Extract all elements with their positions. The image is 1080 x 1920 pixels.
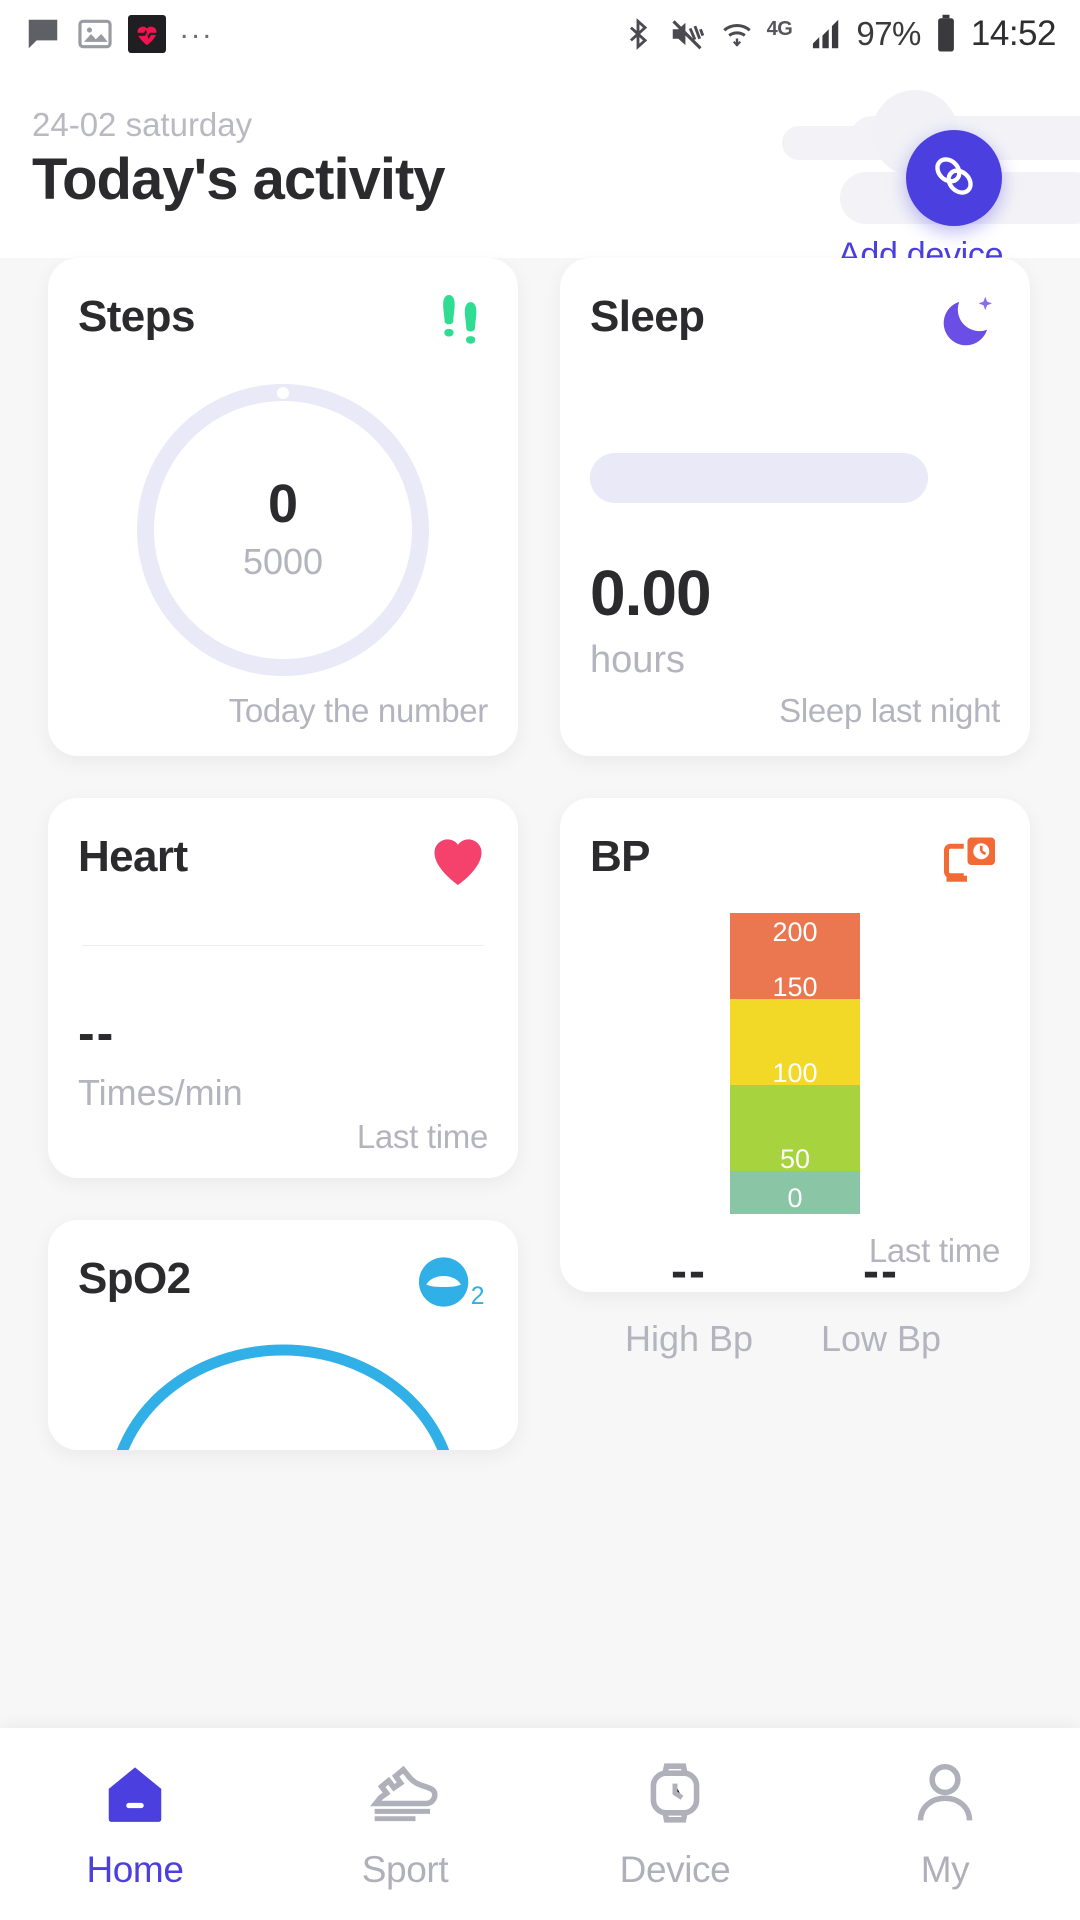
nav-item-device[interactable]: Device xyxy=(540,1758,810,1891)
bp-card[interactable]: BP 200 150 100 50 0 -- High Bp -- Low Bp… xyxy=(560,798,1030,1359)
steps-card-header: Steps xyxy=(78,292,488,357)
bp-segment: 50 xyxy=(730,1128,860,1174)
spo2-card-title: SpO2 xyxy=(78,1254,191,1303)
bp-high-block: -- High Bp xyxy=(614,1248,764,1360)
clock-label: 14:52 xyxy=(970,14,1057,53)
spo2-card-header: SpO2 2 xyxy=(78,1254,488,1315)
bp-segment: 150 xyxy=(730,956,860,1002)
steps-goal: 5000 xyxy=(242,541,324,582)
blood-pressure-monitor-icon xyxy=(940,832,1000,893)
steps-card-title: Steps xyxy=(78,292,195,341)
bp-card-header: BP xyxy=(590,832,1000,893)
message-icon xyxy=(24,15,62,53)
steps-value: 0 xyxy=(267,474,299,534)
heart-icon xyxy=(428,832,488,893)
page-header: 24-02 saturday Today's activity Add devi… xyxy=(0,68,1080,274)
footsteps-icon xyxy=(432,292,488,357)
bp-scale-chart: 200 150 100 50 0 xyxy=(730,913,860,1214)
sleep-value: 0.00 xyxy=(590,557,712,629)
heart-card-header: Heart xyxy=(78,832,488,893)
sleep-unit-label: hours xyxy=(590,639,686,681)
shoe-icon xyxy=(367,1758,443,1833)
steps-card[interactable]: Steps 0 5000 Today the number xyxy=(48,258,518,756)
nav-item-sport[interactable]: Sport xyxy=(270,1758,540,1891)
bp-high-label: High Bp xyxy=(624,1318,754,1359)
steps-progress-ring: 0 5000 xyxy=(78,375,488,685)
mute-vibrate-icon xyxy=(667,15,707,53)
sleep-card-title: Sleep xyxy=(590,292,705,341)
spo2-arc-graphic xyxy=(93,1340,473,1450)
status-bar-notifications: ... xyxy=(24,14,214,54)
battery-percent-label: 97% xyxy=(856,15,921,52)
photo-icon xyxy=(76,15,114,53)
signal-bars-icon xyxy=(804,15,844,53)
person-icon xyxy=(910,1758,980,1833)
bp-segment: 100 xyxy=(730,1042,860,1088)
heart-value: -- xyxy=(78,1005,116,1061)
link-chain-icon xyxy=(928,150,980,207)
watch-icon xyxy=(640,1758,710,1833)
health-app-icon xyxy=(128,15,166,53)
bp-card-title: BP xyxy=(590,832,651,881)
cards-grid: Steps 0 5000 Today the number Heart -- T… xyxy=(48,258,1032,1450)
steps-card-footer: Today the number xyxy=(228,692,489,729)
app-screen: ... 4G 97% 14:52 24-02 saturday Today's … xyxy=(0,0,1080,1920)
nav-label-device: Device xyxy=(619,1848,731,1890)
battery-icon xyxy=(933,13,959,55)
bp-segment: 0 xyxy=(730,1171,860,1214)
steps-ring-marker xyxy=(277,387,289,399)
cards-column-left: Steps 0 5000 Today the number Heart -- T… xyxy=(48,258,518,1450)
sleep-card-footer: Sleep last night xyxy=(779,692,1000,729)
header-date: 24-02 saturday xyxy=(32,106,253,143)
sleep-card-header: Sleep xyxy=(590,292,1000,355)
bp-low-label: Low Bp xyxy=(820,1318,942,1359)
more-dots-icon: ... xyxy=(180,12,215,45)
wifi-icon xyxy=(719,15,755,53)
bp-segment xyxy=(730,999,860,1042)
main-content: Steps 0 5000 Today the number Heart -- T… xyxy=(0,258,1080,1728)
moon-star-icon xyxy=(938,292,1000,355)
bp-tick-label: 200 xyxy=(772,917,818,947)
nav-label-home: Home xyxy=(86,1848,184,1890)
sleep-progress-bar xyxy=(590,453,928,503)
nav-item-my[interactable]: My xyxy=(810,1758,1080,1891)
svg-text:2: 2 xyxy=(471,1283,485,1310)
heart-card[interactable]: Heart -- Times/min Last time xyxy=(48,798,518,1178)
nav-item-home[interactable]: Home xyxy=(0,1758,270,1891)
page-title: Today's activity xyxy=(32,147,446,212)
bp-tick-label: 0 xyxy=(787,1183,803,1213)
network-type-label: 4G xyxy=(766,17,793,40)
status-bar: ... 4G 97% 14:52 xyxy=(0,0,1080,68)
spo2-card[interactable]: SpO2 2 xyxy=(48,1220,518,1450)
home-icon xyxy=(98,1758,172,1833)
add-device-button[interactable] xyxy=(906,130,1002,226)
sleep-card[interactable]: Sleep 0.00 hours Sleep last night xyxy=(560,258,1030,756)
nav-label-sport: Sport xyxy=(361,1848,449,1890)
heart-divider xyxy=(82,945,484,946)
bp-high-value: -- xyxy=(671,1245,707,1298)
bluetooth-icon xyxy=(621,15,655,53)
status-bar-system: 4G 97% 14:52 xyxy=(621,13,1057,55)
steps-ring-track: 0 5000 xyxy=(137,384,429,676)
bp-segment xyxy=(730,1085,860,1128)
bp-segment: 200 xyxy=(730,913,860,956)
heart-card-footer: Last time xyxy=(356,1118,488,1155)
heart-unit-label: Times/min xyxy=(78,1072,243,1113)
bottom-navigation: Home Sport Device My xyxy=(0,1728,1080,1920)
bp-card-footer: Last time xyxy=(868,1232,1000,1269)
spo2-icon: 2 xyxy=(414,1254,488,1315)
heart-card-title: Heart xyxy=(78,832,188,881)
nav-label-my: My xyxy=(920,1848,970,1890)
cards-column-right: Sleep 0.00 hours Sleep last night BP 200… xyxy=(560,258,1030,1450)
